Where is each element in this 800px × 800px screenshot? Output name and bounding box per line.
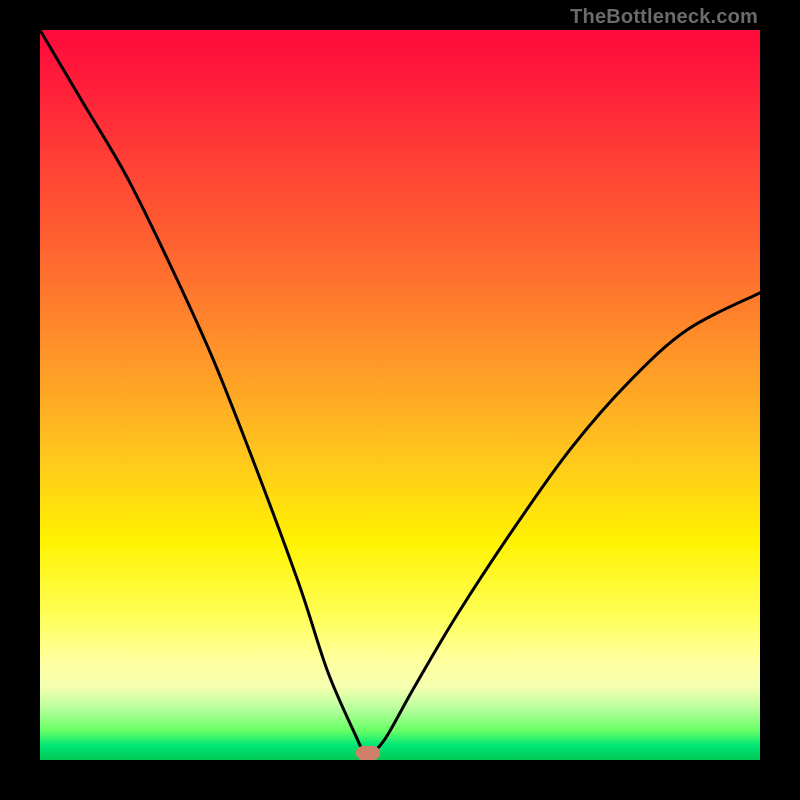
- optimal-marker: [356, 746, 380, 760]
- bottleneck-curve: [40, 30, 760, 760]
- watermark-text: TheBottleneck.com: [570, 6, 758, 29]
- chart-frame: TheBottleneck.com: [0, 0, 800, 800]
- plot-area: [40, 30, 760, 760]
- curve-path: [40, 30, 760, 755]
